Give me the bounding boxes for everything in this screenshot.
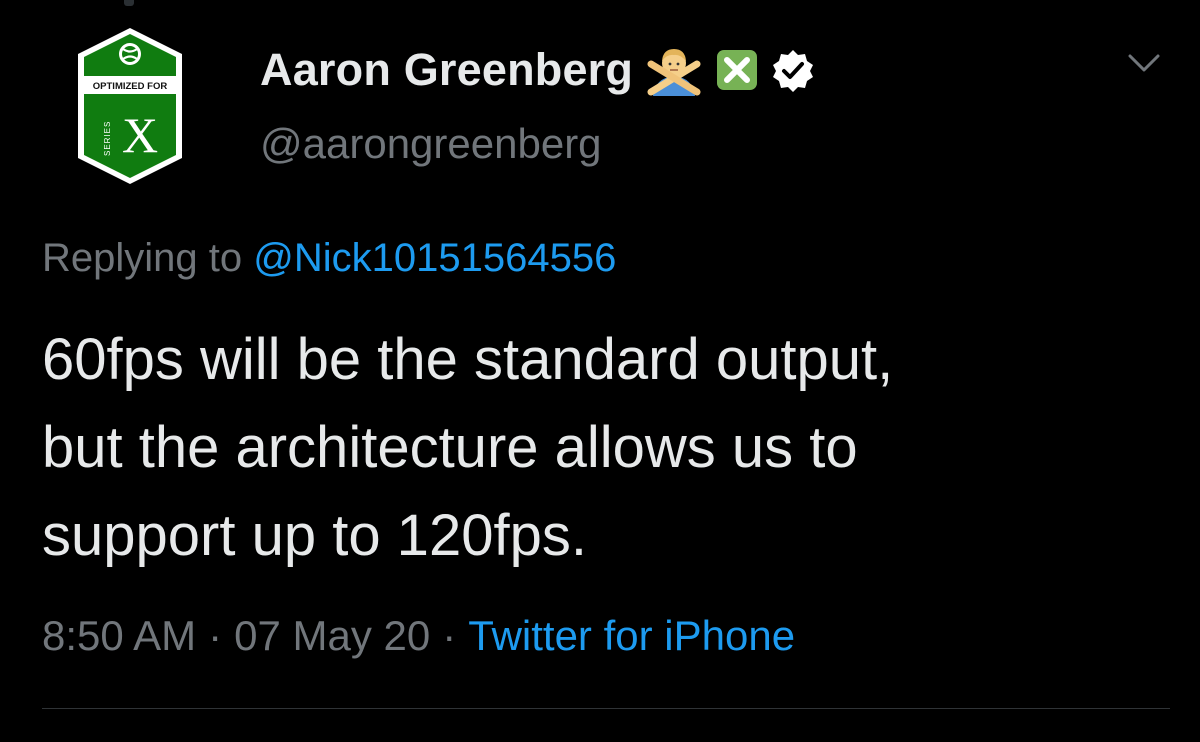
replying-to-line: Replying to @Nick10151564556 <box>42 236 616 281</box>
tweet-source-link[interactable]: Twitter for iPhone <box>468 612 795 659</box>
top-edge-marker <box>124 0 134 6</box>
xbox-series-x-badge-icon: OPTIMIZED FOR X SERIES <box>78 28 182 184</box>
badge-side-text: SERIES <box>103 121 112 156</box>
meta-separator: · <box>442 612 457 659</box>
tweet-text-line: support up to 120fps. <box>42 503 587 568</box>
author-display-name[interactable]: Aaron Greenberg <box>260 44 633 96</box>
tweet-time[interactable]: 8:50 AM <box>42 612 196 659</box>
tweet-text: 60fps will be the standard output, but t… <box>42 316 1172 580</box>
author-handle[interactable]: @aarongreenberg <box>260 120 602 168</box>
tweet-date[interactable]: 07 May 20 <box>234 612 430 659</box>
author-name-row: Aaron Greenberg <box>260 40 815 100</box>
chevron-down-icon[interactable] <box>1124 48 1164 78</box>
badge-top-text: OPTIMIZED FOR <box>93 81 168 92</box>
replying-to-label: Replying to <box>42 236 243 280</box>
divider <box>42 708 1170 709</box>
tweet-text-line: but the architecture allows us to <box>42 415 858 480</box>
reply-target-link[interactable]: @Nick10151564556 <box>253 236 616 280</box>
meta-separator: · <box>208 612 223 659</box>
verified-badge-icon <box>773 50 814 92</box>
tweet-meta: 8:50 AM · 07 May 20 · Twitter for iPhone <box>42 612 795 660</box>
badge-letter: X <box>122 107 158 163</box>
cross-mark-button-icon <box>717 50 758 90</box>
avatar[interactable]: OPTIMIZED FOR X SERIES <box>70 24 190 188</box>
person-gesturing-no-icon <box>647 49 701 96</box>
tweet-text-line: 60fps will be the standard output, <box>42 327 894 392</box>
